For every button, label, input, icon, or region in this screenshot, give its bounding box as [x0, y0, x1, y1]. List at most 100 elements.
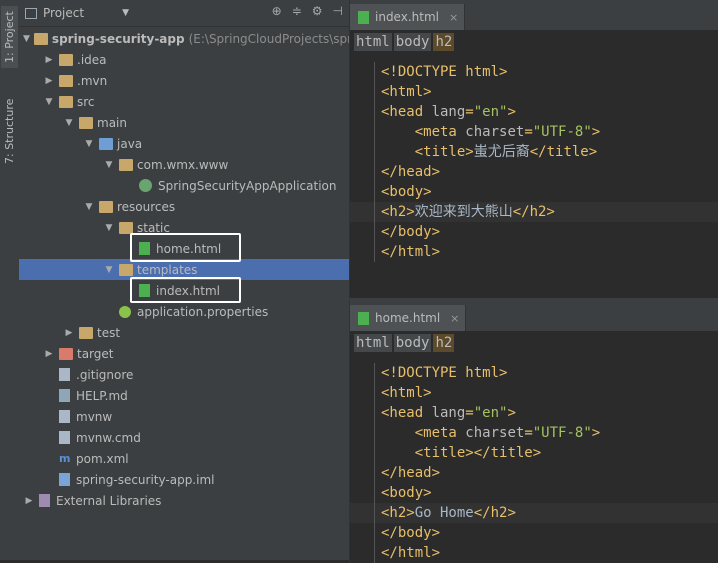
- tree-row[interactable]: m pom.xml: [19, 448, 349, 469]
- code-line[interactable]: <head lang="en">: [350, 102, 718, 122]
- code-line[interactable]: </body>: [350, 523, 718, 543]
- md-file-icon: [59, 389, 70, 402]
- code-line[interactable]: <head lang="en">: [350, 403, 718, 423]
- collapse-all-icon[interactable]: ≑: [292, 4, 302, 18]
- code-line[interactable]: </head>: [350, 162, 718, 182]
- view-dropdown-icon[interactable]: ▼: [122, 8, 129, 18]
- breadcrumb-html[interactable]: html: [354, 334, 392, 352]
- code-line[interactable]: <html>: [350, 82, 718, 102]
- chevron-right-icon[interactable]: ▶: [23, 496, 35, 506]
- code-line[interactable]: <html>: [350, 383, 718, 403]
- code-line[interactable]: </head>: [350, 463, 718, 483]
- tree-row[interactable]: ▼ main: [19, 112, 349, 133]
- tree-item-label: test: [97, 325, 121, 340]
- tree-row[interactable]: ▼ src: [19, 91, 349, 112]
- project-panel-title[interactable]: Project: [43, 6, 84, 20]
- tree-row[interactable]: application.properties: [19, 301, 349, 322]
- chevron-down-icon[interactable]: ▼: [63, 118, 75, 128]
- fold-guide: [374, 242, 375, 262]
- tree-row[interactable]: ▼ java: [19, 133, 349, 154]
- code-line[interactable]: <meta charset="UTF-8">: [350, 423, 718, 443]
- editor-tab-home-html[interactable]: home.html ×: [350, 305, 467, 331]
- chevron-down-icon[interactable]: ▼: [103, 160, 115, 170]
- fold-guide: [374, 363, 375, 383]
- chevron-down-icon[interactable]: ▼: [103, 265, 115, 275]
- chevron-right-icon[interactable]: ▶: [43, 349, 55, 359]
- code-line[interactable]: <body>: [350, 182, 718, 202]
- tree-row[interactable]: mvnw: [19, 406, 349, 427]
- chevron-right-icon[interactable]: ▶: [43, 55, 55, 65]
- hide-panel-icon[interactable]: ⊣: [333, 4, 343, 18]
- folder-icon: [59, 53, 73, 66]
- breadcrumb-h2[interactable]: h2: [433, 33, 455, 51]
- tree-row[interactable]: ▶ target: [19, 343, 349, 364]
- code-line[interactable]: </html>: [350, 543, 718, 563]
- code-line[interactable]: </html>: [350, 242, 718, 262]
- close-tab-icon[interactable]: ×: [449, 11, 458, 24]
- highlight-box-index-html: [130, 277, 241, 303]
- breadcrumb-body[interactable]: body: [393, 33, 432, 51]
- tree-row[interactable]: ▼ resources: [19, 196, 349, 217]
- tree-row[interactable]: SpringSecurityAppApplication: [19, 175, 349, 196]
- tree-row[interactable]: ▼ com.wmx.www: [19, 154, 349, 175]
- tree-item-label: templates: [137, 262, 198, 277]
- chevron-down-icon[interactable]: ▼: [43, 97, 55, 107]
- breadcrumb-h2[interactable]: h2: [433, 334, 455, 352]
- html-file-icon: [358, 311, 369, 325]
- tree-item-label: pom.xml: [76, 451, 129, 466]
- code-line[interactable]: <h2>欢迎来到大熊山</h2>: [350, 202, 718, 222]
- code-line[interactable]: <h2>Go Home</h2>: [350, 503, 718, 523]
- tree-row[interactable]: mvnw.cmd: [19, 427, 349, 448]
- code-line[interactable]: <body>: [350, 483, 718, 503]
- chevron-right-icon[interactable]: ▶: [63, 328, 75, 338]
- code-text: </html>: [381, 244, 441, 260]
- code-text: <title>蚩尤后裔</title>: [414, 144, 598, 160]
- scroll-from-source-icon[interactable]: ⊕: [272, 4, 282, 18]
- code-line[interactable]: <!DOCTYPE html>: [350, 62, 718, 82]
- tree-row[interactable]: ▶ External Libraries: [19, 490, 349, 511]
- code-text: <html>: [381, 84, 432, 100]
- folder-module-icon: [33, 32, 48, 45]
- code-area[interactable]: <!DOCTYPE html> <html> <head lang="en"> <m…: [350, 62, 718, 262]
- code-area[interactable]: <!DOCTYPE html> <html> <head lang="en"> <m…: [350, 363, 718, 563]
- tree-row[interactable]: ▶ test: [19, 322, 349, 343]
- code-line[interactable]: <!DOCTYPE html>: [350, 363, 718, 383]
- tree-row[interactable]: spring-security-app.iml: [19, 469, 349, 490]
- structure-tool-tab[interactable]: 7: Structure: [1, 96, 18, 166]
- fold-guide: [374, 182, 375, 202]
- breadcrumb-body[interactable]: body: [393, 334, 432, 352]
- panel-toolbar: ⊕ ≑ ⚙ ⊣: [272, 4, 343, 18]
- chevron-down-icon[interactable]: ▼: [83, 202, 95, 212]
- tree-row[interactable]: HELP.md: [19, 385, 349, 406]
- settings-gear-icon[interactable]: ⚙: [312, 4, 323, 18]
- chevron-right-icon[interactable]: ▶: [43, 76, 55, 86]
- editor-tab-index-html[interactable]: index.html ×: [350, 4, 466, 30]
- project-tree: ▼ spring-security-app (E:\SpringCloudProje…: [19, 28, 355, 511]
- properties-file-icon: [119, 305, 131, 318]
- fold-guide: [374, 222, 375, 242]
- tree-row[interactable]: ▶ .idea: [19, 49, 349, 70]
- tree-row[interactable]: .gitignore: [19, 364, 349, 385]
- fold-guide: [374, 122, 375, 142]
- project-tool-tab[interactable]: 1: Project: [1, 6, 18, 68]
- code-line[interactable]: <title></title>: [350, 443, 718, 463]
- chevron-down-icon[interactable]: ▼: [83, 139, 95, 149]
- code-line[interactable]: <meta charset="UTF-8">: [350, 122, 718, 142]
- chevron-down-icon[interactable]: ▼: [23, 34, 30, 44]
- breadcrumb-html[interactable]: html: [354, 33, 392, 51]
- tree-row[interactable]: ▶ .mvn: [19, 70, 349, 91]
- tree-item-label: mvnw: [76, 409, 113, 424]
- editor-tabbar: home.html ×: [350, 301, 718, 331]
- code-text: <h2>欢迎来到大熊山</h2>: [381, 204, 555, 220]
- close-tab-icon[interactable]: ×: [450, 312, 459, 325]
- maven-file-icon: m: [59, 452, 71, 465]
- tree-item-label: target: [77, 346, 114, 361]
- tree-row[interactable]: ▼ spring-security-app (E:\SpringCloudProje…: [19, 28, 355, 49]
- code-line[interactable]: <title>蚩尤后裔</title>: [350, 142, 718, 162]
- tree-item-label: spring-security-app: [51, 31, 185, 46]
- tree-item-label: External Libraries: [56, 493, 162, 508]
- code-text: <body>: [381, 485, 432, 501]
- code-line[interactable]: </body>: [350, 222, 718, 242]
- project-tool-tab-label: 1: Project: [3, 11, 16, 63]
- chevron-down-icon[interactable]: ▼: [103, 223, 115, 233]
